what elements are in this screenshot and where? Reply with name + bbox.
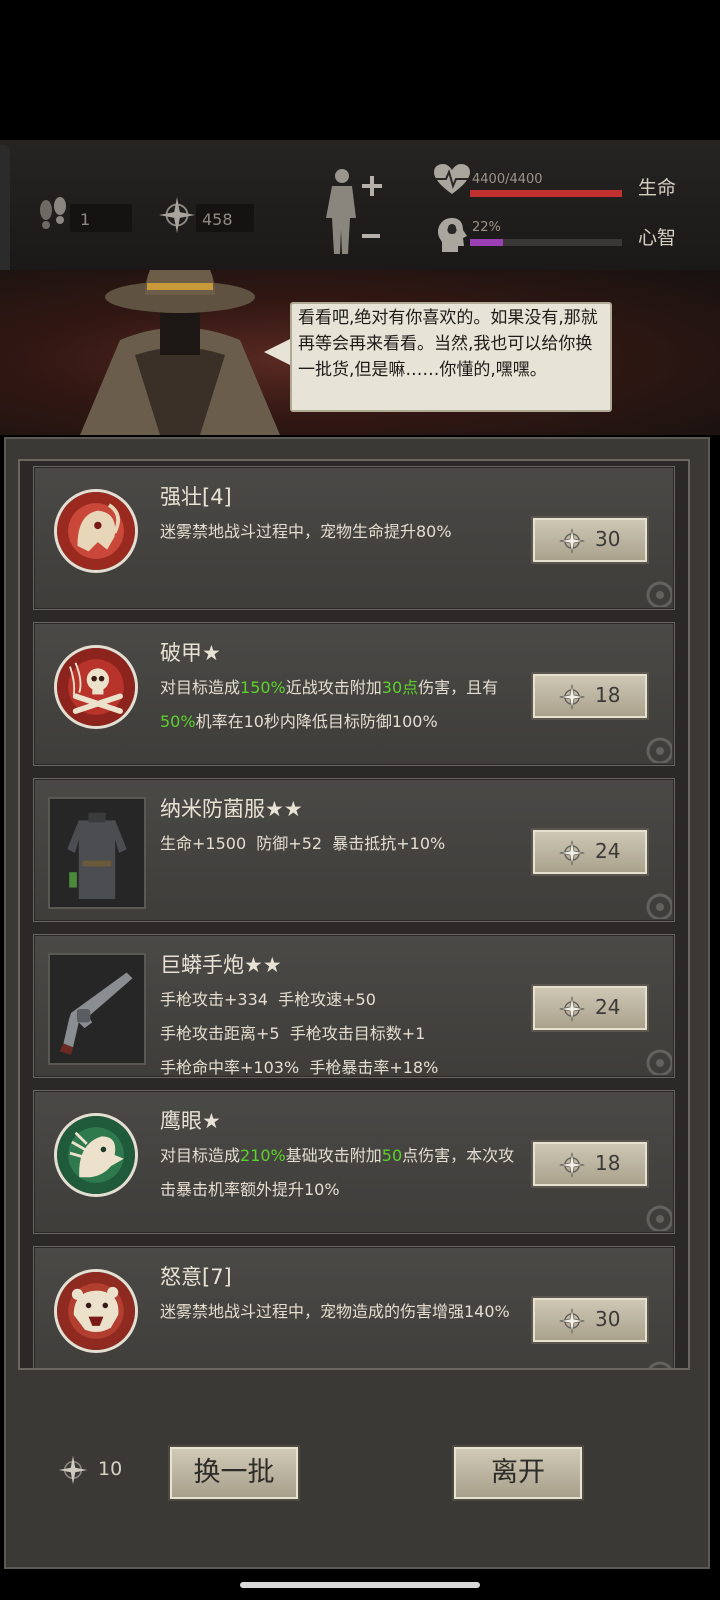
item-description: 迷雾禁地战斗过程中，宠物造成的伤害增强140% <box>160 1295 515 1329</box>
item-title: 鹰眼★ <box>160 1109 221 1133</box>
item-description: 迷雾禁地战斗过程中，宠物生命提升80% <box>160 515 515 549</box>
desc-text: 基础攻击附加 <box>285 1146 382 1165</box>
item-title: 巨蟒手炮★★ <box>160 953 282 977</box>
price-value: 24 <box>595 995 621 1019</box>
hazmat-suit-item-icon <box>48 797 146 909</box>
sanity-value: 22% <box>472 220 501 235</box>
price-value: 30 <box>595 527 621 551</box>
health-label: 生命 <box>638 177 677 199</box>
refresh-cost: 10 <box>98 1458 123 1480</box>
item-desc-line: 迷雾禁地战斗过程中，宠物造成的伤害增强140% <box>160 1302 510 1321</box>
desc-highlight: 210% <box>240 1146 286 1165</box>
health-value: 4400/4400 <box>472 172 543 187</box>
desc-highlight: 50% <box>160 712 196 731</box>
item-description: 对目标造成150%近战攻击附加30点伤害，且有 50%机率在10秒内降低目标防御1… <box>160 671 515 739</box>
item-desc-line: 手枪命中率+103% 手枪暴击率+18% <box>160 1058 439 1077</box>
item-desc-line: 生命+1500 防御+52 暴击抵抗+10% <box>160 834 446 853</box>
shop-item-list[interactable]: 强壮[4] 迷雾禁地战斗过程中，宠物生命提升80% 30 破甲★ 对目标造成15… <box>18 459 690 1370</box>
status-bar: 1 458 4400/4400 生命 22% 心智 <box>0 140 720 270</box>
hazard-watermark-icon <box>646 737 672 763</box>
desc-highlight: 50 <box>381 1146 403 1165</box>
heart-icon <box>434 164 470 194</box>
hazard-watermark-icon <box>648 1361 672 1368</box>
desc-text: 对目标造成 <box>160 1146 241 1165</box>
hazard-watermark-icon <box>646 893 672 919</box>
character-attributes-icon[interactable] <box>322 166 384 258</box>
shop-item-card[interactable]: 鹰眼★ 对目标造成210%基础攻击附加50点伤害，本次攻击暴击机率额外提升10%… <box>33 1090 675 1234</box>
desc-text: 近战攻击附加 <box>285 678 382 697</box>
compass-star-icon <box>559 684 585 710</box>
footprints-icon <box>40 197 66 229</box>
revolver-item-icon <box>48 953 146 1065</box>
hazard-watermark-icon <box>646 1205 672 1231</box>
item-desc-line: 手枪攻击距离+5 手枪攻击目标数+1 <box>160 1024 426 1043</box>
shop-item-card[interactable]: 怒意[7] 迷雾禁地战斗过程中，宠物造成的伤害增强140% 30 <box>33 1246 675 1368</box>
item-description: 对目标造成210%基础攻击附加50点伤害，本次攻击暴击机率额外提升10% <box>160 1139 515 1207</box>
compass-star-icon <box>559 840 585 866</box>
buy-button[interactable]: 18 <box>531 1140 649 1188</box>
hazard-watermark-icon <box>646 1049 672 1075</box>
refresh-button[interactable]: 换一批 <box>168 1445 300 1501</box>
desc-text: 对目标造成 <box>160 678 241 697</box>
item-title: 怒意[7] <box>160 1265 232 1289</box>
steps-value: 1 <box>80 210 91 229</box>
buy-button[interactable]: 30 <box>531 1296 649 1344</box>
buy-button[interactable]: 18 <box>531 672 649 720</box>
sanity-label: 心智 <box>638 227 677 249</box>
health-bar <box>470 190 622 197</box>
desc-highlight: 150% <box>240 678 286 697</box>
shop-item-card[interactable]: 强壮[4] 迷雾禁地战斗过程中，宠物生命提升80% 30 <box>33 466 675 610</box>
price-value: 18 <box>595 683 621 707</box>
strong-skill-icon <box>54 489 138 573</box>
shop-item-card[interactable]: 纳米防菌服★★ 生命+1500 防御+52 暴击抵抗+10% 24 <box>33 778 675 922</box>
desc-text: 伤害，且有 <box>418 678 499 697</box>
buy-button[interactable]: 30 <box>531 516 649 564</box>
rage-skill-icon <box>54 1269 138 1353</box>
shop-item-card[interactable]: 巨蟒手炮★★ 手枪攻击+334 手枪攻速+50 手枪攻击距离+5 手枪攻击目标数… <box>33 934 675 1078</box>
hazard-watermark-icon <box>646 581 672 607</box>
compass-star-icon <box>559 1308 585 1334</box>
price-value: 18 <box>595 1151 621 1175</box>
home-indicator[interactable] <box>240 1582 480 1588</box>
item-title: 纳米防菌服★★ <box>160 797 303 821</box>
price-value: 24 <box>595 839 621 863</box>
speech-bubble-tail <box>264 338 292 366</box>
currency-value: 458 <box>202 210 233 229</box>
compass-star-icon <box>559 528 585 554</box>
item-description: 生命+1500 防御+52 暴击抵抗+10% <box>160 827 515 861</box>
eagle-eye-skill-icon <box>54 1113 138 1197</box>
brain-head-icon <box>438 218 467 252</box>
desc-highlight: 30点 <box>381 678 419 697</box>
item-description: 手枪攻击+334 手枪攻速+50 手枪攻击距离+5 手枪攻击目标数+1 手枪命中… <box>160 983 515 1085</box>
compass-star-icon <box>58 1455 88 1485</box>
sanity-bar <box>470 239 622 246</box>
armor-break-skill-icon <box>54 645 138 729</box>
top-black-area <box>0 0 720 140</box>
merchant-dialog: 看看吧,绝对有你喜欢的。如果没有,那就再等会再来看看。当然,我也可以给你换一批货… <box>290 302 612 412</box>
item-title: 破甲★ <box>160 641 221 665</box>
buy-button[interactable]: 24 <box>531 984 649 1032</box>
item-title: 强壮[4] <box>160 485 232 509</box>
leave-button[interactable]: 离开 <box>452 1445 584 1501</box>
item-desc-line: 手枪攻击+334 手枪攻速+50 <box>160 990 376 1009</box>
compass-star-icon <box>158 196 196 234</box>
compass-star-icon <box>559 996 585 1022</box>
buy-button[interactable]: 24 <box>531 828 649 876</box>
item-desc-line: 迷雾禁地战斗过程中，宠物生命提升80% <box>160 522 452 541</box>
sanity-bar-fill <box>470 239 504 246</box>
shop-item-card[interactable]: 破甲★ 对目标造成150%近战攻击附加30点伤害，且有 50%机率在10秒内降低目… <box>33 622 675 766</box>
health-bar-fill <box>470 190 622 197</box>
desc-text: 机率在10秒内降低目标防御100% <box>195 712 438 731</box>
price-value: 30 <box>595 1307 621 1331</box>
compass-star-icon <box>559 1152 585 1178</box>
